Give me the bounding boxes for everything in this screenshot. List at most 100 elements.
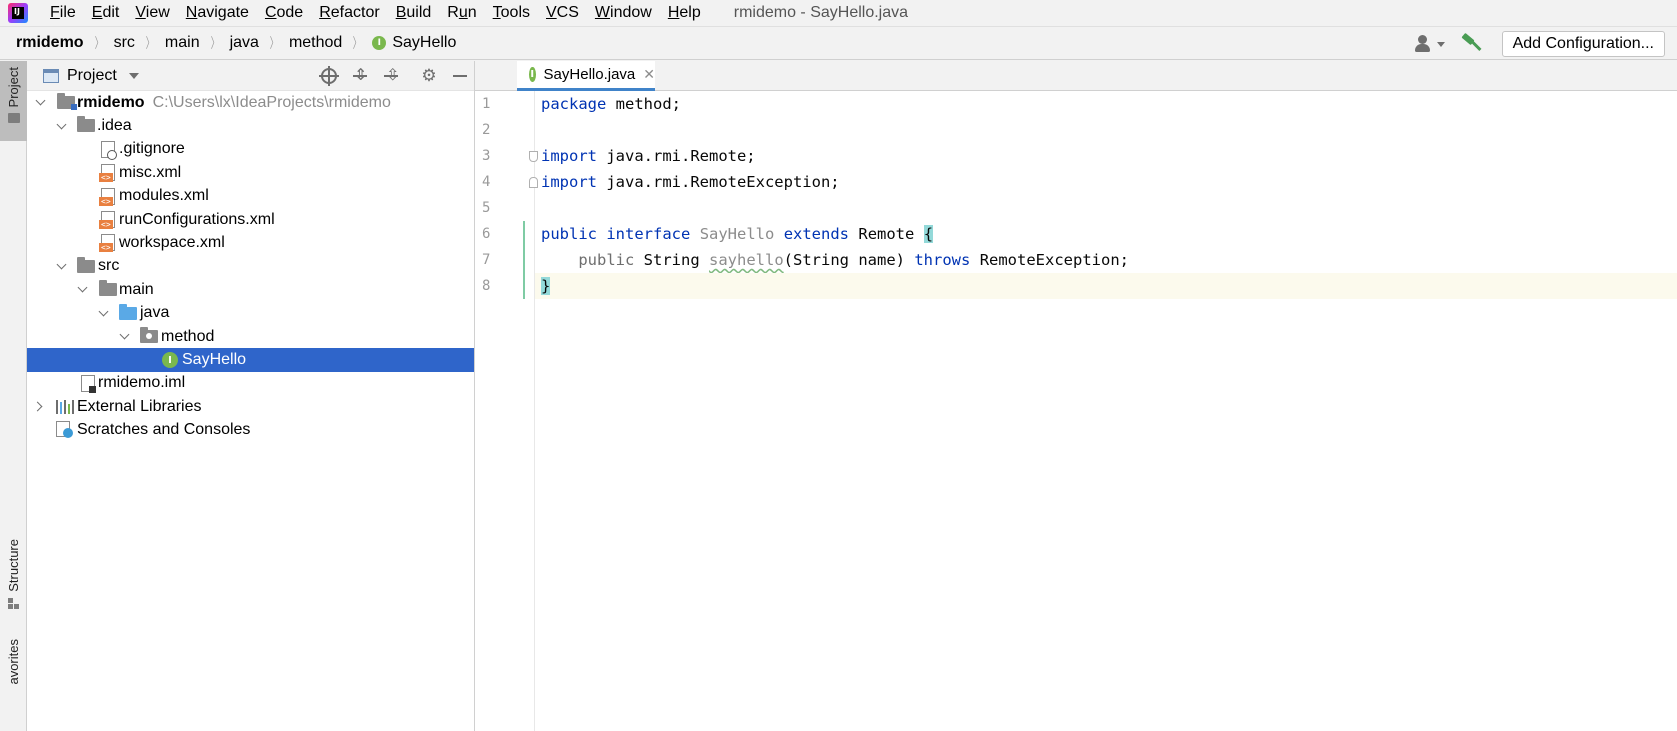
chevron-down-icon[interactable] <box>128 72 139 79</box>
line-number-gutter: 1 2 3 4 5 6 7 8 <box>475 91 538 731</box>
tree-item-label: .gitignore <box>119 140 185 158</box>
close-icon[interactable]: ✕ <box>643 67 655 83</box>
tree-item-misc-xml[interactable]: misc.xml <box>27 161 474 184</box>
fold-marker-icon[interactable] <box>529 177 538 188</box>
tree-item-label: SayHello <box>182 350 247 368</box>
tree-item-sayhello[interactable]: I SayHello <box>27 348 474 372</box>
build-hammer-icon[interactable] <box>1460 32 1484 55</box>
chevron-down-icon[interactable] <box>56 259 67 270</box>
tab-label: SayHello.java <box>543 66 636 83</box>
folder-icon <box>77 256 95 273</box>
tree-item-java[interactable]: java <box>27 302 474 325</box>
tree-item-rmidemo[interactable]: rmidemo C:\Users\lx\IdeaProjects\rmidemo <box>27 91 474 114</box>
line-number: 8 <box>482 278 491 294</box>
menu-build[interactable]: Build <box>396 4 432 22</box>
xml-file-icon <box>99 187 115 206</box>
code-editor: I SayHello.java ✕ 1 2 3 4 5 6 7 8 packag… <box>475 61 1677 731</box>
gear-icon[interactable]: ⚙ <box>421 68 437 85</box>
tree-item-label: workspace.xml <box>119 234 225 252</box>
breadcrumb-main[interactable]: main <box>165 34 200 52</box>
folder-icon <box>7 113 20 124</box>
code-line-6: public interface SayHello extends Remote… <box>541 225 934 243</box>
breadcrumb-method[interactable]: method <box>289 34 342 52</box>
project-path: C:\Users\lx\IdeaProjects\rmidemo <box>152 93 391 111</box>
xml-file-icon <box>99 234 115 253</box>
breadcrumb-src[interactable]: src <box>114 34 135 52</box>
chevron-down-icon[interactable] <box>119 329 130 340</box>
line-number: 4 <box>482 174 491 190</box>
chevron-down-icon[interactable] <box>98 306 109 317</box>
tree-item-workspace-xml[interactable]: workspace.xml <box>27 231 474 254</box>
locate-file-icon[interactable] <box>319 66 339 86</box>
favorites-tool-tab[interactable]: avorites <box>0 639 27 687</box>
minimize-icon[interactable] <box>452 68 468 84</box>
collapse-all-icon[interactable] <box>383 65 399 84</box>
tree-item-external-libraries[interactable]: External Libraries <box>27 395 474 418</box>
tree-item-main[interactable]: main <box>27 278 474 301</box>
user-account-icon[interactable] <box>1414 34 1448 54</box>
breadcrumb-rmidemo[interactable]: rmidemo <box>16 34 84 52</box>
menu-view[interactable]: View <box>135 4 169 22</box>
menu-window[interactable]: Window <box>595 4 652 22</box>
breadcrumb-separator-icon: 〉 <box>94 35 103 51</box>
add-configuration-button[interactable]: Add Configuration... <box>1501 31 1665 57</box>
nav-right-toolbar: Add Configuration... <box>1414 27 1677 61</box>
line-number: 5 <box>482 200 491 216</box>
breadcrumb-java[interactable]: java <box>230 34 259 52</box>
interface-icon: I <box>372 36 387 50</box>
project-panel-tools: ⚙ <box>306 61 468 91</box>
module-folder-icon <box>57 93 77 110</box>
structure-icon <box>7 597 20 610</box>
project-panel-title[interactable]: Project <box>67 67 117 85</box>
menu-vcs[interactable]: VCS <box>546 4 579 22</box>
menu-run[interactable]: Run <box>447 4 476 22</box>
expand-all-icon[interactable] <box>352 65 368 84</box>
tree-item-gitignore[interactable]: .gitignore <box>27 138 474 161</box>
breadcrumb-sayhello[interactable]: I SayHello <box>372 34 456 52</box>
chevron-right-icon[interactable] <box>32 401 43 412</box>
menu-tools[interactable]: Tools <box>493 4 530 22</box>
navigation-bar: rmidemo 〉 src 〉 main 〉 java 〉 method 〉 I… <box>0 26 1677 60</box>
window-title: rmidemo - SayHello.java <box>733 4 909 21</box>
xml-file-icon <box>99 210 115 229</box>
chevron-down-icon[interactable] <box>35 95 46 106</box>
project-tree: rmidemo C:\Users\lx\IdeaProjects\rmidemo … <box>27 91 474 442</box>
tree-item-label: .idea <box>97 117 132 135</box>
menu-navigate[interactable]: Navigate <box>186 4 249 22</box>
tree-item-src[interactable]: src <box>27 255 474 278</box>
tree-item-runconfigurations-xml[interactable]: runConfigurations.xml <box>27 208 474 231</box>
tree-item-modules-xml[interactable]: modules.xml <box>27 185 474 208</box>
tree-item-label: rmidemo.iml <box>98 374 186 392</box>
tree-item-label: src <box>98 257 120 275</box>
tree-item-rmidemo-iml[interactable]: rmidemo.iml <box>27 372 474 395</box>
line-number: 6 <box>482 226 491 242</box>
library-icon <box>56 400 74 415</box>
chevron-down-icon[interactable] <box>77 282 88 293</box>
project-tool-tab[interactable]: Project <box>0 61 27 141</box>
structure-tool-tab[interactable]: Structure <box>0 539 27 624</box>
editor-tab-bar: I SayHello.java ✕ <box>475 61 1677 91</box>
breadcrumb-separator-icon: 〉 <box>269 35 279 51</box>
editor-tab-sayhello-java[interactable]: I SayHello.java ✕ <box>517 61 655 91</box>
chevron-down-icon[interactable] <box>56 119 67 130</box>
menu-code[interactable]: Code <box>265 4 303 22</box>
tree-item-label: misc.xml <box>119 163 182 181</box>
tree-item-scratches[interactable]: Scratches and Consoles <box>27 418 474 441</box>
vcs-change-marker[interactable] <box>523 221 525 299</box>
iml-file-icon <box>81 374 96 393</box>
menu-file[interactable]: File <box>50 4 76 22</box>
menu-edit[interactable]: Edit <box>92 4 120 22</box>
line-number: 7 <box>482 252 491 268</box>
tree-item-method[interactable]: method <box>27 325 474 348</box>
tree-item-idea[interactable]: .idea <box>27 114 474 137</box>
code-line-8: } <box>535 273 1677 299</box>
menu-refactor[interactable]: Refactor <box>319 4 379 22</box>
fold-marker-icon[interactable] <box>529 151 538 162</box>
menu-help[interactable]: Help <box>668 4 701 22</box>
code-line-1: package method; <box>541 95 681 113</box>
tree-item-label: modules.xml <box>119 187 209 205</box>
code-area[interactable]: package method; import java.rmi.Remote; … <box>535 91 1677 299</box>
menu-bar: IJ File Edit View Navigate Code Refactor… <box>0 0 1677 26</box>
